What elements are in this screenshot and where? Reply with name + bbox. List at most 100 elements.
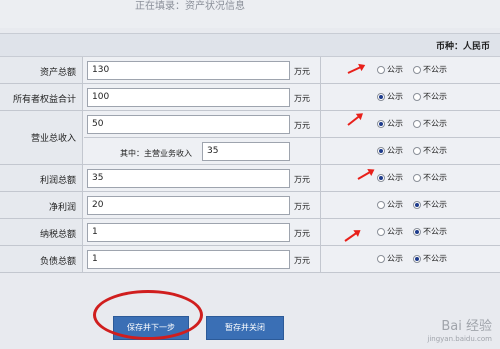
total-liabilities-input[interactable]: 1 xyxy=(87,250,290,269)
radio-dot xyxy=(377,119,385,128)
radio-dot xyxy=(377,92,385,101)
page-title-bar: 正在填录：资产状况信息 xyxy=(0,0,500,28)
annotation-circle xyxy=(93,290,203,340)
public-radio[interactable]: 公示 xyxy=(377,118,403,129)
row-label: 负债总额 xyxy=(39,257,76,267)
private-label: 不公示 xyxy=(423,173,447,182)
private-label: 不公示 xyxy=(423,65,447,74)
radio-dot xyxy=(377,254,385,263)
row-total-tax: 纳税总额 1 万元 公示 不公示 xyxy=(0,219,500,246)
public-label: 公示 xyxy=(387,146,403,155)
public-label: 公示 xyxy=(387,92,403,101)
currency-bar: 币种：人民币 xyxy=(0,33,500,57)
private-label: 不公示 xyxy=(423,92,447,101)
public-radio[interactable]: 公示 xyxy=(377,199,403,210)
row-label: 资产总额 xyxy=(39,68,76,78)
row-operating-revenue: 营业总收入 50 万元 公示 不公示 其中：主营业务收入 35 公示 不公示 xyxy=(0,111,500,165)
public-radio[interactable]: 公示 xyxy=(377,226,403,237)
private-label: 不公示 xyxy=(423,200,447,209)
radio-dot xyxy=(413,92,421,101)
private-radio[interactable]: 不公示 xyxy=(413,64,447,75)
radio-dot xyxy=(377,200,385,209)
row-net-profit: 净利润 20 万元 公示 不公示 xyxy=(0,192,500,219)
private-radio[interactable]: 不公示 xyxy=(413,253,447,264)
watermark-brand: Bai 经验 xyxy=(441,319,492,334)
radio-dot xyxy=(413,146,421,155)
public-radio[interactable]: 公示 xyxy=(377,172,403,183)
public-label: 公示 xyxy=(387,173,403,182)
unit-label: 万元 xyxy=(294,67,310,76)
total-assets-input[interactable]: 130 xyxy=(87,61,290,80)
radio-dot xyxy=(377,227,385,236)
private-label: 不公示 xyxy=(423,227,447,236)
private-radio[interactable]: 不公示 xyxy=(413,199,447,210)
currency-label: 币种：人民币 xyxy=(435,42,490,52)
unit-label: 万元 xyxy=(294,202,310,211)
radio-dot xyxy=(413,200,421,209)
unit-label: 万元 xyxy=(294,121,310,130)
public-radio[interactable]: 公示 xyxy=(377,145,403,156)
unit-label: 万元 xyxy=(294,94,310,103)
main-business-revenue-input[interactable]: 35 xyxy=(202,142,290,161)
row-label-cell: 所有者权益合计 xyxy=(0,84,83,110)
row-label: 所有者权益合计 xyxy=(12,95,76,105)
watermark: Bai 经验 jingyan.baidu.com xyxy=(427,319,492,345)
radio-dot xyxy=(413,119,421,128)
row-label: 净利润 xyxy=(48,203,76,213)
page-title: 正在填录：资产状况信息 xyxy=(135,1,245,12)
unit-label: 万元 xyxy=(294,256,310,265)
private-radio[interactable]: 不公示 xyxy=(413,145,447,156)
public-radio[interactable]: 公示 xyxy=(377,91,403,102)
row-label-cell: 负债总额 xyxy=(0,246,83,272)
public-label: 公示 xyxy=(387,227,403,236)
row-total-assets: 资产总额 130 万元 公示 不公示 xyxy=(0,57,500,84)
private-radio[interactable]: 不公示 xyxy=(413,91,447,102)
row-owner-equity: 所有者权益合计 100 万元 公示 不公示 xyxy=(0,84,500,111)
operating-revenue-input[interactable]: 50 xyxy=(87,115,290,134)
net-profit-input[interactable]: 20 xyxy=(87,196,290,215)
public-label: 公示 xyxy=(387,65,403,74)
radio-dot xyxy=(377,146,385,155)
radio-dot xyxy=(413,254,421,263)
row-label: 纳税总额 xyxy=(39,230,76,240)
public-radio[interactable]: 公示 xyxy=(377,64,403,75)
public-option-cell: 公示 不公示 xyxy=(320,57,500,83)
private-radio[interactable]: 不公示 xyxy=(413,118,447,129)
row-label-cell: 利润总额 xyxy=(0,165,83,191)
row-label-cell: 纳税总额 xyxy=(0,219,83,245)
public-label: 公示 xyxy=(387,119,403,128)
owner-equity-input[interactable]: 100 xyxy=(87,88,290,107)
public-option-cell: 公示 不公示 xyxy=(320,192,500,218)
divider xyxy=(84,137,320,138)
public-option-cell: 公示 不公示 xyxy=(320,138,500,164)
private-label: 不公示 xyxy=(423,254,447,263)
row-label: 营业总收入 xyxy=(30,134,76,144)
row-total-liabilities: 负债总额 1 万元 公示 不公示 xyxy=(0,246,500,273)
public-label: 公示 xyxy=(387,200,403,209)
row-label: 利润总额 xyxy=(39,176,76,186)
private-label: 不公示 xyxy=(423,119,447,128)
row-total-profit: 利润总额 35 万元 公示 不公示 xyxy=(0,165,500,192)
public-option-cell: 公示 不公示 xyxy=(320,246,500,272)
public-option-cell: 公示 不公示 xyxy=(320,165,500,191)
private-radio[interactable]: 不公示 xyxy=(413,172,447,183)
row-label-cell: 资产总额 xyxy=(0,57,83,83)
public-radio[interactable]: 公示 xyxy=(377,253,403,264)
public-option-cell: 公示 不公示 xyxy=(320,219,500,245)
radio-dot xyxy=(413,65,421,74)
radio-dot xyxy=(413,173,421,182)
private-label: 不公示 xyxy=(423,146,447,155)
total-profit-input[interactable]: 35 xyxy=(87,169,290,188)
save-and-close-button[interactable]: 暂存并关闭 xyxy=(206,316,284,340)
radio-dot xyxy=(377,65,385,74)
row-label-cell: 营业总收入 xyxy=(0,111,83,164)
row-label-cell: 净利润 xyxy=(0,192,83,218)
private-radio[interactable]: 不公示 xyxy=(413,226,447,237)
watermark-url: jingyan.baidu.com xyxy=(427,335,492,343)
total-tax-input[interactable]: 1 xyxy=(87,223,290,242)
unit-label: 万元 xyxy=(294,175,310,184)
unit-label: 万元 xyxy=(294,229,310,238)
public-label: 公示 xyxy=(387,254,403,263)
main-business-revenue-label: 其中：主营业务收入 xyxy=(120,149,192,158)
public-option-cell: 公示 不公示 xyxy=(320,84,500,110)
